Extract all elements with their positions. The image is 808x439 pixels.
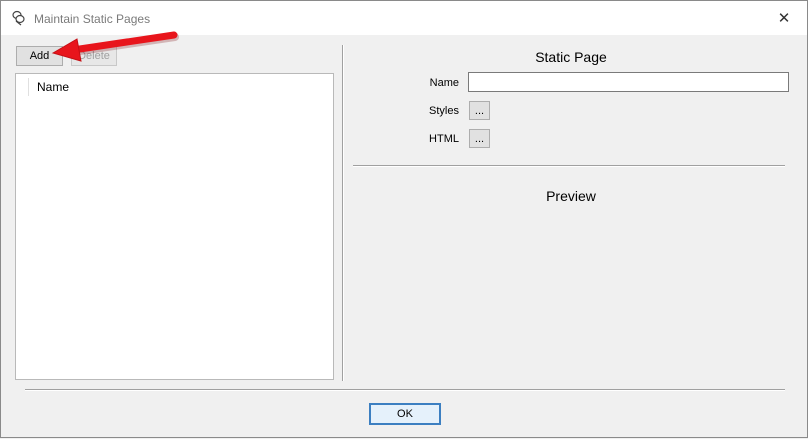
list-column-header-name[interactable]: Name — [28, 78, 69, 96]
preview-heading: Preview — [546, 188, 596, 204]
close-icon: ✕ — [777, 10, 791, 27]
app-icon — [12, 10, 25, 26]
close-button[interactable]: ✕ — [761, 1, 807, 35]
html-browse-button[interactable]: ... — [469, 129, 490, 148]
styles-browse-button[interactable]: ... — [469, 101, 490, 120]
styles-label: Styles — [429, 105, 459, 117]
window-title: Maintain Static Pages — [34, 12, 151, 26]
delete-button[interactable]: Delete — [71, 46, 117, 66]
vertical-divider — [342, 45, 344, 381]
add-button[interactable]: Add — [16, 46, 63, 66]
title-bar: Maintain Static Pages ✕ — [1, 1, 807, 35]
name-label: Name — [429, 77, 459, 89]
static-pages-list[interactable]: Name — [15, 73, 334, 380]
html-label: HTML — [429, 133, 459, 145]
name-input[interactable] — [468, 72, 789, 92]
static-page-heading: Static Page — [535, 49, 607, 65]
ok-button[interactable]: OK — [369, 403, 441, 425]
dialog-window: Maintain Static Pages ✕ Add Delete Name … — [0, 0, 808, 438]
section-divider — [353, 165, 785, 167]
footer-divider — [25, 389, 785, 391]
